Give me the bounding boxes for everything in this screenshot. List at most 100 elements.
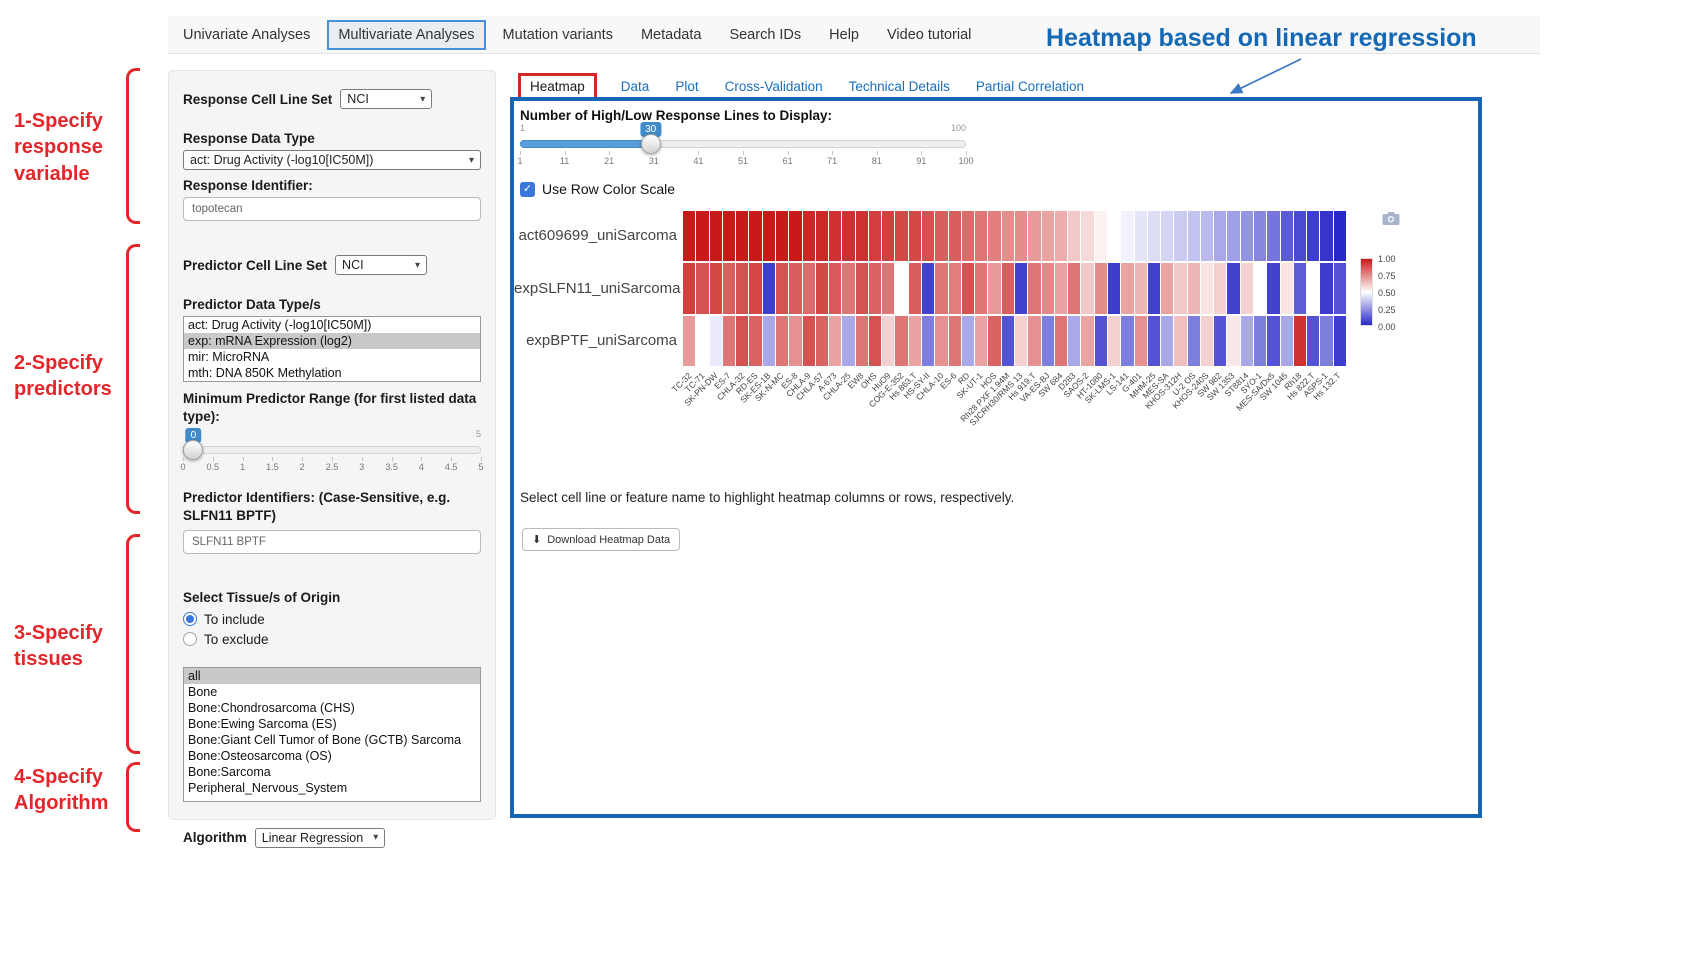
- tab-data[interactable]: Data: [619, 76, 652, 97]
- tab-partial-correlation[interactable]: Partial Correlation: [974, 76, 1086, 97]
- nav-item-metadata[interactable]: Metadata: [630, 20, 712, 50]
- heatmap-cell[interactable]: [1214, 211, 1226, 261]
- heatmap-cell[interactable]: [869, 316, 881, 366]
- listbox-option[interactable]: Bone:Sarcoma: [184, 764, 480, 780]
- listbox-option[interactable]: all: [184, 668, 480, 684]
- heatmap-cell[interactable]: [749, 211, 761, 261]
- heatmap-cell[interactable]: [882, 211, 894, 261]
- heatmap-cell[interactable]: [869, 263, 881, 313]
- heatmap-cell[interactable]: [696, 316, 708, 366]
- heatmap-cell[interactable]: [935, 263, 947, 313]
- slider-handle[interactable]: [641, 134, 661, 154]
- heatmap-cell[interactable]: [1334, 211, 1346, 261]
- tab-plot[interactable]: Plot: [673, 76, 700, 97]
- heatmap-cell[interactable]: [935, 211, 947, 261]
- heatmap-cell[interactable]: [1241, 316, 1253, 366]
- heatmap-cell[interactable]: [975, 316, 987, 366]
- row-color-scale-checkbox[interactable]: ✓ Use Row Color Scale: [520, 181, 675, 197]
- heatmap-cell[interactable]: [1081, 316, 1093, 366]
- listbox-option[interactable]: Bone:Giant Cell Tumor of Bone (GCTB) Sar…: [184, 732, 480, 748]
- heatmap-cell[interactable]: [1028, 211, 1040, 261]
- heatmap-cell[interactable]: [1055, 263, 1067, 313]
- heatmap-cell[interactable]: [763, 211, 775, 261]
- heatmap-cell[interactable]: [1081, 211, 1093, 261]
- heatmap-cell[interactable]: [736, 211, 748, 261]
- heatmap-cell[interactable]: [1320, 263, 1332, 313]
- response-cell-line-set-select[interactable]: NCI ▾: [340, 89, 432, 109]
- heatmap-row-label[interactable]: expSLFN11_uniSarcoma: [514, 280, 677, 297]
- min-predictor-range-slider[interactable]: 0 5 00.511.522.533.544.55: [183, 429, 481, 477]
- heatmap-cell[interactable]: [789, 316, 801, 366]
- nav-item-help[interactable]: Help: [818, 20, 870, 50]
- heatmap-cell[interactable]: [1254, 263, 1266, 313]
- heatmap-cell[interactable]: [763, 316, 775, 366]
- heatmap-cell[interactable]: [895, 316, 907, 366]
- heatmap-cell[interactable]: [803, 263, 815, 313]
- heatmap-cell[interactable]: [1281, 211, 1293, 261]
- heatmap-cell[interactable]: [1281, 316, 1293, 366]
- slider-handle[interactable]: [183, 440, 203, 460]
- heatmap-cell[interactable]: [1320, 316, 1332, 366]
- heatmap-cell[interactable]: [922, 211, 934, 261]
- heatmap-cell[interactable]: [803, 316, 815, 366]
- heatmap-cell[interactable]: [1148, 316, 1160, 366]
- heatmap-cell[interactable]: [1227, 263, 1239, 313]
- tissue-listbox[interactable]: allBoneBone:Chondrosarcoma (CHS)Bone:Ewi…: [183, 667, 481, 802]
- heatmap-cell[interactable]: [1254, 316, 1266, 366]
- heatmap-cell[interactable]: [1161, 316, 1173, 366]
- heatmap-cell[interactable]: [1161, 263, 1173, 313]
- heatmap-cell[interactable]: [763, 263, 775, 313]
- tissue-include-radio[interactable]: To include: [183, 612, 481, 627]
- heatmap-cell[interactable]: [909, 316, 921, 366]
- listbox-option[interactable]: Bone:Osteosarcoma (OS): [184, 748, 480, 764]
- nav-item-search-ids[interactable]: Search IDs: [718, 20, 812, 50]
- heatmap-cell[interactable]: [723, 263, 735, 313]
- heatmap-cell[interactable]: [1227, 211, 1239, 261]
- heatmap-cell[interactable]: [1095, 316, 1107, 366]
- heatmap-row-label[interactable]: expBPTF_uniSarcoma: [514, 332, 677, 349]
- heatmap-cell[interactable]: [829, 263, 841, 313]
- heatmap-cell[interactable]: [1174, 211, 1186, 261]
- listbox-option[interactable]: mth: DNA 850K Methylation: [184, 365, 480, 381]
- heatmap-cell[interactable]: [1188, 263, 1200, 313]
- heatmap-cell[interactable]: [1201, 211, 1213, 261]
- heatmap-cell[interactable]: [803, 211, 815, 261]
- heatmap-cell[interactable]: [1055, 211, 1067, 261]
- heatmap-cell[interactable]: [1214, 263, 1226, 313]
- heatmap-cell[interactable]: [1015, 211, 1027, 261]
- heatmap-cell[interactable]: [1307, 263, 1319, 313]
- heatmap-cell[interactable]: [710, 316, 722, 366]
- heatmap-cell[interactable]: [1068, 316, 1080, 366]
- listbox-option[interactable]: mir: MicroRNA: [184, 349, 480, 365]
- heatmap-cell[interactable]: [1108, 263, 1120, 313]
- heatmap-cell[interactable]: [1108, 316, 1120, 366]
- heatmap-cell[interactable]: [962, 263, 974, 313]
- heatmap-cell[interactable]: [949, 263, 961, 313]
- heatmap-cell[interactable]: [1241, 263, 1253, 313]
- predictor-cell-line-set-select[interactable]: NCI ▾: [335, 255, 427, 275]
- heatmap-cell[interactable]: [988, 211, 1000, 261]
- heatmap-cell[interactable]: [1294, 211, 1306, 261]
- heatmap-cell[interactable]: [683, 316, 695, 366]
- nav-item-video-tutorial[interactable]: Video tutorial: [876, 20, 982, 50]
- heatmap-cell[interactable]: [988, 316, 1000, 366]
- listbox-option[interactable]: Peripheral_Nervous_System: [184, 780, 480, 796]
- heatmap-cell[interactable]: [1201, 263, 1213, 313]
- heatmap-cell[interactable]: [882, 263, 894, 313]
- heatmap-cell[interactable]: [975, 211, 987, 261]
- heatmap-cell[interactable]: [856, 316, 868, 366]
- heatmap-cell[interactable]: [1028, 316, 1040, 366]
- heatmap-cell[interactable]: [842, 316, 854, 366]
- heatmap-cell[interactable]: [1294, 263, 1306, 313]
- listbox-option[interactable]: Bone: [184, 684, 480, 700]
- heatmap-cell[interactable]: [962, 316, 974, 366]
- heatmap-cell[interactable]: [922, 263, 934, 313]
- nlines-slider[interactable]: 1 100 30 1112131415161718191100: [520, 123, 966, 171]
- heatmap-cell[interactable]: [723, 316, 735, 366]
- heatmap-cell[interactable]: [1135, 316, 1147, 366]
- heatmap-cell[interactable]: [1148, 211, 1160, 261]
- heatmap-cell[interactable]: [816, 263, 828, 313]
- heatmap-cell[interactable]: [1148, 263, 1160, 313]
- heatmap-cell[interactable]: [1015, 263, 1027, 313]
- response-data-type-select[interactable]: act: Drug Activity (-log10[IC50M]) ▾: [183, 150, 481, 170]
